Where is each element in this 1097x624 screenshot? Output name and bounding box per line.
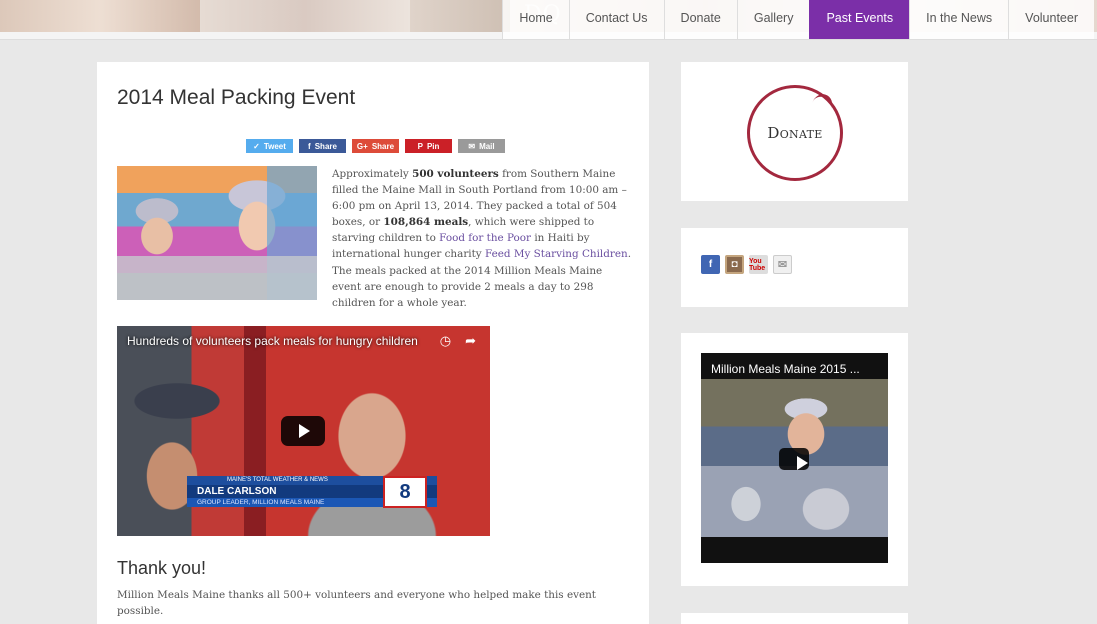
feed-my-starving-children-link[interactable]: Feed My Starving Children — [485, 248, 628, 260]
donate-button[interactable]: Donate — [747, 85, 843, 181]
nav-gallery[interactable]: Gallery — [736, 0, 810, 39]
article-body: Approximately 500 volunteers from Southe… — [332, 166, 632, 311]
twitter-icon: ✓ — [253, 141, 260, 151]
social-widget: f ◘ You Tube ✉ — [681, 228, 908, 307]
meal-count: 108,864 meals — [383, 216, 469, 229]
thanks-heading: Thank you! — [117, 558, 207, 578]
channel-logo: 8 — [383, 476, 427, 508]
instagram-icon[interactable]: ◘ — [725, 255, 744, 274]
nav-donate[interactable]: Donate — [663, 0, 737, 39]
google-plus-share-label: Share — [371, 141, 395, 151]
facebook-icon[interactable]: f — [701, 255, 720, 274]
share-bar: ✓ Tweet f Share G+ Share P Pin ✉ Mail — [246, 139, 505, 153]
pinterest-icon: P — [417, 141, 423, 151]
facebook-share-button[interactable]: f Share — [299, 139, 346, 153]
pinterest-button[interactable]: P Pin — [405, 139, 452, 153]
article-card: 2014 Meal Packing Event ✓ Tweet f Share … — [97, 62, 649, 624]
watch-later-icon[interactable]: ◷ — [440, 333, 451, 349]
youtube-icon[interactable]: You Tube — [749, 255, 768, 274]
nav-volunteer[interactable]: Volunteer — [1008, 0, 1094, 39]
email-icon[interactable]: ✉ — [773, 255, 792, 274]
event-photo — [117, 166, 317, 300]
video-controls: ◷ ➦ — [440, 333, 476, 349]
thanks-text: Million Meals Maine thanks all 500+ volu… — [117, 589, 596, 617]
facebook-share-label: Share — [314, 141, 337, 151]
food-for-the-poor-link[interactable]: Food for the Poor — [439, 232, 531, 244]
mail-label: Mail — [479, 141, 495, 151]
social-links: f ◘ You Tube ✉ — [701, 255, 792, 274]
google-plus-share-button[interactable]: G+ Share — [352, 139, 399, 153]
tweet-label: Tweet — [263, 141, 286, 151]
donate-label: Donate — [767, 124, 823, 142]
sidebar-play-button-icon[interactable] — [779, 448, 809, 470]
nav-contact-us[interactable]: Contact Us — [568, 0, 664, 39]
embedded-video[interactable]: Hundreds of volunteers pack meals for hu… — [117, 326, 490, 536]
donate-widget: Donate — [681, 62, 908, 201]
share-icon[interactable]: ➦ — [465, 333, 476, 349]
nav-home[interactable]: Home — [502, 0, 569, 39]
body-text-1: Approximately — [332, 168, 413, 180]
mail-icon: ✉ — [468, 141, 476, 151]
site-header: DQ Home Contact Us Donate Gallery Past E… — [0, 0, 1097, 40]
sidebar-video-title[interactable]: Million Meals Maine 2015 ... — [711, 362, 860, 376]
facebook-icon: f — [308, 141, 311, 151]
play-button-icon[interactable] — [281, 416, 325, 446]
nav-past-events[interactable]: Past Events — [809, 0, 910, 39]
main-nav: Home Contact Us Donate Gallery Past Even… — [502, 0, 1094, 39]
page-title: 2014 Meal Packing Event — [117, 86, 356, 109]
volunteer-count: 500 volunteers — [412, 168, 499, 180]
pin-label: Pin — [426, 141, 440, 151]
video-title[interactable]: Hundreds of volunteers pack meals for hu… — [127, 334, 418, 348]
sidebar-widget-next — [681, 613, 908, 624]
nav-in-the-news[interactable]: In the News — [909, 0, 1009, 39]
video-widget: Million Meals Maine 2015 ... — [681, 333, 908, 586]
tweet-button[interactable]: ✓ Tweet — [246, 139, 293, 153]
sidebar-video[interactable]: Million Meals Maine 2015 ... — [701, 353, 888, 563]
mail-share-button[interactable]: ✉ Mail — [458, 139, 505, 153]
google-plus-icon: G+ — [356, 141, 368, 151]
